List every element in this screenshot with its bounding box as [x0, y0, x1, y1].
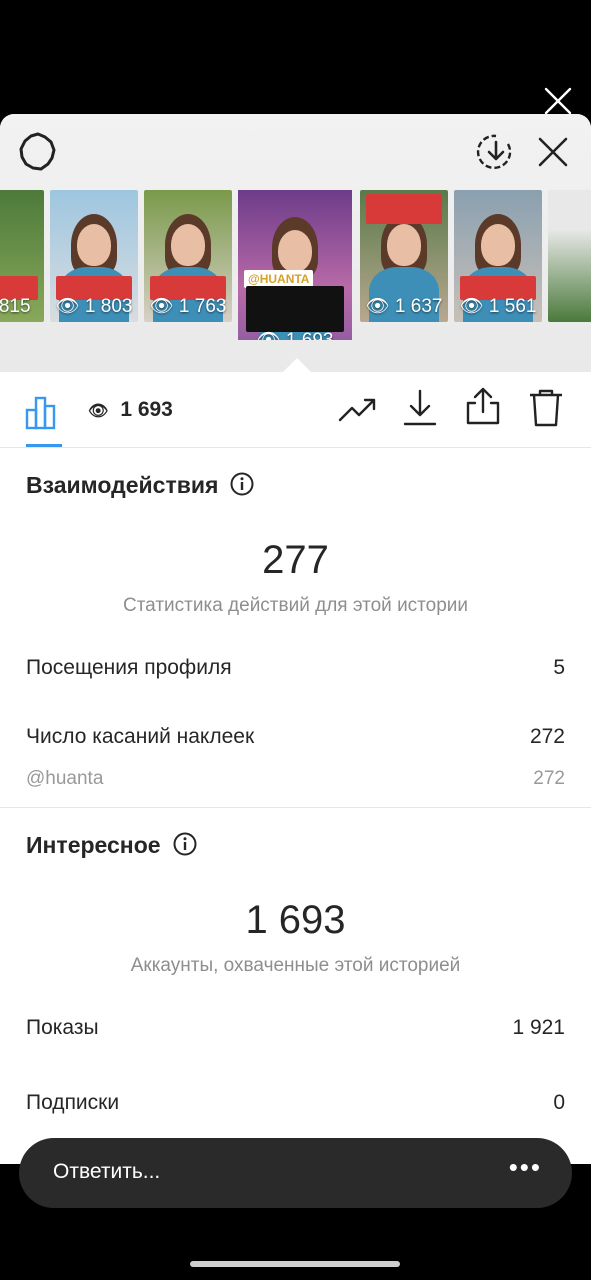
- stat-value: 1 921: [512, 1016, 565, 1039]
- download-icon[interactable]: [400, 388, 440, 428]
- stat-value: 272: [529, 725, 565, 748]
- thumbnail-views: 👁 1 693: [238, 328, 352, 340]
- story-thumbnail[interactable]: 👁 1 561: [454, 190, 542, 322]
- story-thumbnail[interactable]: 👁 815: [0, 190, 44, 322]
- story-thumbnail-selected[interactable]: @HUANTA 👁 1 693: [238, 190, 352, 340]
- trend-icon[interactable]: [338, 390, 378, 430]
- stat-label: Показы: [26, 1016, 99, 1039]
- stat-value: 0: [553, 1091, 565, 1114]
- trash-icon[interactable]: [526, 388, 566, 428]
- thumbnail-views: 👁 815: [0, 296, 31, 317]
- close-icon[interactable]: [543, 86, 573, 116]
- more-options-icon[interactable]: •••: [509, 1152, 542, 1183]
- thumbnail-views: 👁 1 763: [149, 296, 227, 317]
- interactions-caption: Статистика действий для этой истории: [122, 595, 469, 616]
- story-thumbnail[interactable]: 👁 1 803: [50, 190, 138, 322]
- story-thumbnail[interactable]: [548, 190, 591, 322]
- discovery-title: Интересное: [26, 832, 197, 859]
- stat-row: Число касаний наклеек 272: [26, 725, 565, 749]
- download-circle-icon[interactable]: [476, 132, 516, 172]
- stat-row: Подписки 0: [26, 1091, 565, 1115]
- discovery-caption: Аккаунты, охваченные этой историей: [130, 955, 461, 976]
- thumbnail-views: 👁 1 637: [365, 296, 443, 317]
- active-tab-indicator: [26, 444, 62, 447]
- story-thumbnail[interactable]: 👁 1 637: [360, 190, 448, 322]
- interactions-total: 277: [262, 538, 329, 582]
- info-icon[interactable]: [173, 832, 197, 856]
- views-count: 👁 1 693: [88, 398, 173, 421]
- stat-value: 272: [533, 768, 565, 789]
- stat-label: Число касаний наклеек: [26, 725, 255, 748]
- insights-icon[interactable]: [24, 392, 64, 432]
- stat-row: Посещения профиля 5: [26, 656, 565, 680]
- discovery-total: 1 693: [245, 898, 346, 942]
- thumbnail-views: 👁 1 803: [55, 296, 133, 317]
- insights-toolbar: 👁 1 693: [0, 372, 591, 448]
- story-insights-sheet: 👁 815 👁 1 803 👁 1 763 @HUANTA 👁 1 693: [0, 114, 591, 1164]
- interactions-title: Взаимодействия: [26, 472, 254, 499]
- story-thumbnails: 👁 815 👁 1 803 👁 1 763 @HUANTA 👁 1 693: [0, 190, 591, 340]
- stat-label: Посещения профиля: [26, 656, 232, 679]
- info-icon[interactable]: [230, 472, 254, 496]
- reply-placeholder: Ответить...: [53, 1160, 161, 1183]
- close-icon[interactable]: [533, 132, 573, 172]
- share-icon[interactable]: [463, 386, 503, 426]
- stat-value: 5: [553, 656, 565, 679]
- stat-sub-row: @huanta 272: [26, 768, 565, 790]
- stat-row: Показы 1 921: [26, 1016, 565, 1040]
- stat-label: Подписки: [26, 1091, 120, 1114]
- stat-label: @huanta: [26, 768, 104, 789]
- settings-icon[interactable]: [18, 132, 58, 172]
- reply-input[interactable]: Ответить... •••: [19, 1138, 572, 1208]
- story-strip: 👁 815 👁 1 803 👁 1 763 @HUANTA 👁 1 693: [0, 114, 591, 372]
- selection-pointer: [283, 358, 311, 372]
- story-thumbnail[interactable]: 👁 1 763: [144, 190, 232, 322]
- eye-icon: 👁: [88, 403, 109, 420]
- thumbnail-views: 👁 1 561: [459, 296, 537, 317]
- home-indicator: [190, 1261, 400, 1267]
- divider: [0, 807, 591, 808]
